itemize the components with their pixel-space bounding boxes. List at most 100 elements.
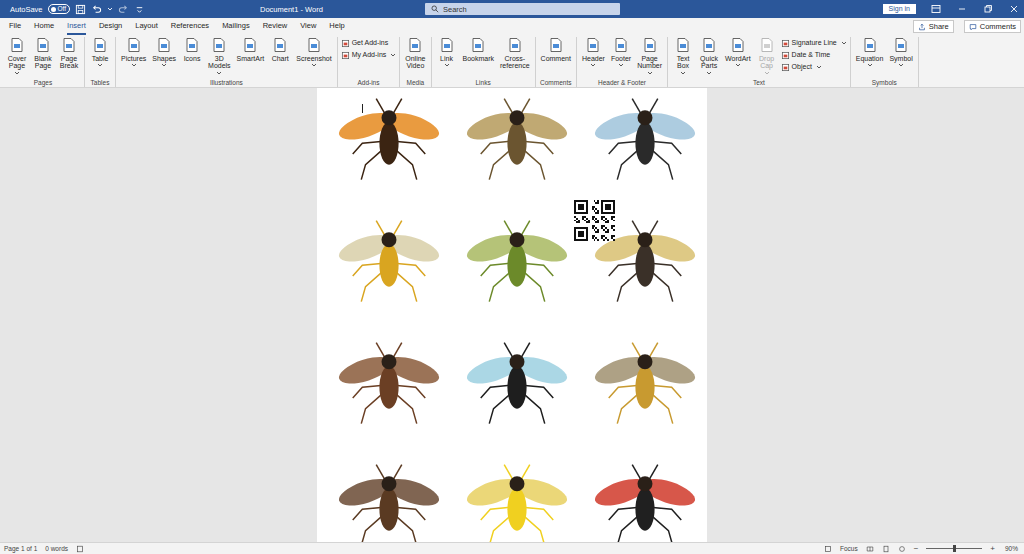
ribbon-tab[interactable]: Review — [263, 18, 288, 35]
print-layout-icon[interactable] — [882, 545, 890, 553]
ribbon-tab[interactable]: Mailings — [222, 18, 250, 35]
search-box[interactable]: Search — [425, 3, 620, 15]
ribbon-button[interactable]: Link — [435, 37, 459, 67]
qr-code-icon[interactable] — [574, 200, 615, 241]
zoom-in-button[interactable]: + — [990, 544, 995, 554]
ribbon-tab[interactable]: Design — [99, 18, 122, 35]
picture[interactable] — [329, 332, 449, 432]
comments-button[interactable]: Comments — [964, 20, 1021, 33]
restore-icon[interactable] — [982, 3, 994, 15]
ribbon-tab[interactable]: Layout — [135, 18, 158, 35]
document-icon — [407, 37, 423, 53]
ribbon-display-icon[interactable] — [930, 3, 942, 15]
ribbon-button-label: Equation — [856, 55, 884, 62]
ribbon-button[interactable]: Comment — [539, 37, 573, 62]
ribbon-group: Text Box Quick Parts WordArt Drop Cap Si… — [668, 37, 851, 87]
picture[interactable] — [585, 332, 705, 432]
picture[interactable] — [457, 454, 577, 542]
toggle-knob — [51, 7, 56, 12]
dropdown-arrow-icon — [867, 63, 873, 67]
picture[interactable] — [457, 88, 577, 188]
customize-toolbar-icon[interactable] — [134, 4, 145, 15]
zoom-thumb[interactable] — [953, 545, 956, 552]
tab-action-label: Share — [929, 21, 949, 32]
ribbon-button[interactable]: Quick Parts — [697, 37, 721, 75]
read-mode-icon[interactable] — [866, 545, 874, 553]
ribbon-tab[interactable]: Help — [329, 18, 344, 35]
ribbon-button[interactable]: Header — [580, 37, 607, 67]
ribbon-tab[interactable]: References — [171, 18, 209, 35]
ribbon-button-label: Quick Parts — [700, 55, 718, 70]
document-icon — [730, 37, 746, 53]
close-icon[interactable] — [1008, 3, 1020, 15]
ribbon-small-button[interactable]: Object — [781, 62, 847, 72]
ribbon-button[interactable]: Page Number — [635, 37, 664, 75]
ribbon-button[interactable]: Cover Page — [5, 37, 29, 75]
page-count[interactable]: Page 1 of 1 — [4, 544, 37, 554]
title-bar: AutoSave Off Document1 - Word Search Sig… — [0, 0, 1024, 18]
web-layout-icon[interactable] — [898, 545, 906, 553]
ribbon-button[interactable]: Online Video — [403, 37, 427, 70]
group-items: Table — [88, 37, 112, 78]
document-icon — [507, 37, 523, 53]
focus-icon[interactable] — [824, 545, 832, 553]
ribbon-tab[interactable]: File — [9, 18, 21, 35]
ribbon-button[interactable]: WordArt — [723, 37, 753, 67]
picture[interactable] — [329, 210, 449, 310]
ribbon-button[interactable]: SmartArt — [235, 37, 267, 62]
ribbon-button-label: Page Break — [60, 55, 78, 70]
picture[interactable] — [457, 210, 577, 310]
proofing-book-icon[interactable] — [76, 545, 84, 553]
ribbon-button[interactable]: Page Break — [57, 37, 81, 70]
document-icon — [701, 37, 717, 53]
zoom-out-button[interactable]: − — [914, 544, 919, 554]
ribbon-button[interactable]: Symbol — [887, 37, 914, 67]
minimize-icon[interactable] — [956, 3, 968, 15]
ribbon-button[interactable]: Bookmark — [461, 37, 497, 62]
ribbon-group-label: Links — [435, 78, 532, 87]
ribbon-button[interactable]: Shapes — [150, 37, 178, 67]
ribbon-button[interactable]: Table — [88, 37, 112, 67]
document-page[interactable] — [317, 88, 707, 542]
picture[interactable] — [329, 454, 449, 542]
dropdown-arrow-icon — [590, 63, 596, 67]
ribbon-button[interactable]: Blank Page — [31, 37, 55, 70]
ribbon-tab[interactable]: View — [300, 18, 316, 35]
ribbon-button[interactable]: Text Box — [671, 37, 695, 75]
zoom-level[interactable]: 90% — [1005, 544, 1018, 554]
picture-grid — [317, 88, 707, 542]
focus-button[interactable]: Focus — [840, 544, 858, 554]
undo-icon[interactable] — [91, 4, 102, 15]
ribbon-button[interactable]: 3D Models — [206, 37, 233, 75]
ribbon-tab[interactable]: Insert — [67, 18, 86, 35]
save-icon[interactable] — [75, 4, 86, 15]
ribbon-button[interactable]: Drop Cap — [755, 37, 779, 75]
dropdown-arrow-icon — [216, 71, 222, 75]
document-icon — [126, 37, 142, 53]
ribbon-button[interactable]: Cross-reference — [498, 37, 532, 70]
dropdown-arrow-icon — [764, 71, 770, 75]
zoom-slider[interactable] — [926, 548, 982, 549]
ribbon-small-button[interactable]: My Add-ins — [341, 50, 397, 60]
redo-icon[interactable] — [118, 4, 129, 15]
word-count[interactable]: 0 words — [45, 544, 68, 554]
picture[interactable] — [585, 454, 705, 542]
ribbon-button[interactable]: Footer — [609, 37, 633, 67]
picture[interactable] — [457, 332, 577, 432]
group-items: Equation Symbol — [854, 37, 915, 78]
autosave-toggle[interactable]: Off — [48, 4, 71, 14]
picture[interactable] — [329, 88, 449, 188]
picture[interactable] — [585, 88, 705, 188]
undo-menu-icon[interactable] — [107, 6, 113, 12]
ribbon-tab[interactable]: Home — [34, 18, 54, 35]
ribbon-button[interactable]: Chart — [268, 37, 292, 62]
ribbon-button[interactable]: Screenshot — [294, 37, 333, 67]
ribbon-small-button[interactable]: Date & Time — [781, 50, 847, 60]
ribbon-small-button[interactable]: Signature Line — [781, 38, 847, 48]
share-button[interactable]: Share — [913, 20, 954, 33]
ribbon-button[interactable]: Pictures — [119, 37, 148, 67]
ribbon-button[interactable]: Icons — [180, 37, 204, 62]
ribbon-button[interactable]: Equation — [854, 37, 886, 67]
ribbon-small-button[interactable]: Get Add-ins — [341, 38, 397, 48]
sign-in-button[interactable]: Sign in — [883, 4, 916, 14]
